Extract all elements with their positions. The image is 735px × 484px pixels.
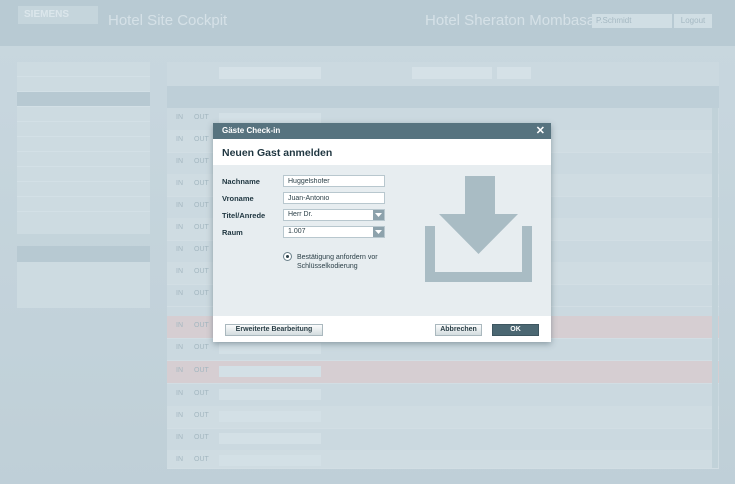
dialog-heading: Neuen Gast anmelden — [222, 147, 333, 159]
confirm-radio[interactable] — [283, 252, 292, 261]
lastname-input[interactable] — [283, 175, 385, 187]
chevron-down-icon[interactable] — [373, 210, 384, 220]
dialog-title-bar: Gäste Check-in ✕ — [213, 123, 551, 139]
room-select[interactable]: 1.007 — [283, 226, 385, 238]
close-icon[interactable]: ✕ — [536, 124, 545, 137]
ok-button[interactable]: OK — [492, 324, 539, 336]
room-label: Raum — [222, 228, 243, 237]
checkin-dialog: Gäste Check-in ✕ Neuen Gast anmelden Nac… — [213, 123, 551, 342]
firstname-label: Vroname — [222, 194, 254, 203]
extended-edit-button[interactable]: Erweiterte Bearbeitung — [225, 324, 323, 336]
dialog-title: Gäste Check-in — [222, 126, 281, 135]
chevron-down-icon[interactable] — [373, 227, 384, 237]
dialog-body: Nachname Vroname Titel/Anrede Herr Dr. R… — [213, 165, 551, 316]
confirm-label: Bestätigung anfordern vor Schlüsselkodie… — [297, 254, 378, 270]
cancel-button[interactable]: Abbrechen — [435, 324, 482, 336]
radio-dot — [286, 255, 289, 258]
download-icon — [425, 176, 532, 282]
dialog-footer: Erweiterte Bearbeitung Abbrechen OK — [213, 316, 551, 342]
room-select-value: 1.007 — [288, 228, 306, 235]
firstname-input[interactable] — [283, 192, 385, 204]
dialog-header: Neuen Gast anmelden — [213, 139, 551, 165]
title-select[interactable]: Herr Dr. — [283, 209, 385, 221]
lastname-label: Nachname — [222, 177, 260, 186]
title-label: Titel/Anrede — [222, 211, 266, 220]
title-select-value: Herr Dr. — [288, 211, 313, 218]
